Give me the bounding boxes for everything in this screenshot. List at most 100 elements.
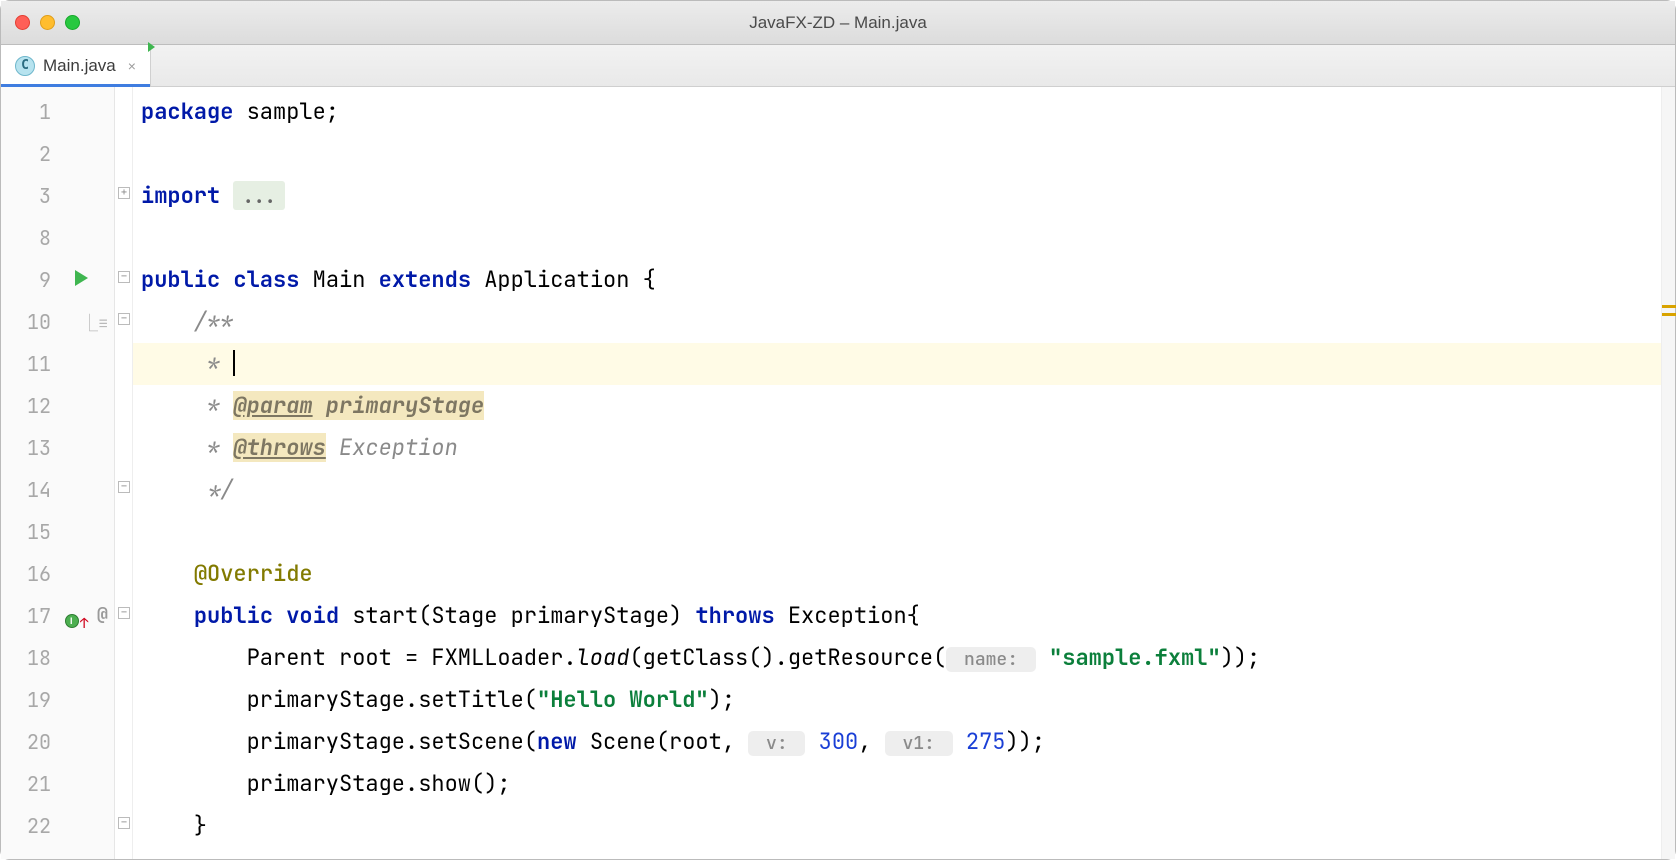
code-text: Scene(root, <box>577 727 749 756</box>
code-text: , <box>858 727 884 756</box>
code-line[interactable] <box>133 511 1675 553</box>
line-number: 9 <box>1 259 51 301</box>
code-text: )); <box>1005 727 1045 756</box>
keyword: import <box>141 181 220 210</box>
code-text: primaryStage.show(); <box>141 769 511 798</box>
fold-collapse-icon[interactable]: − <box>118 271 130 283</box>
line-number: 1 <box>1 91 51 133</box>
string-literal: "Hello World" <box>537 685 709 714</box>
code-line[interactable]: primaryStage.setScene(new Scene(root, v:… <box>133 721 1675 763</box>
line-number: 2 <box>1 133 51 175</box>
parameter-hint: name: <box>946 647 1036 672</box>
line-number: 21 <box>1 763 51 805</box>
javadoc-tag: @throws <box>233 433 325 462</box>
keyword: class <box>233 265 299 294</box>
code-text: ); <box>709 685 735 714</box>
string-literal: "sample.fxml" <box>1049 643 1221 672</box>
line-number: 16 <box>1 553 51 595</box>
line-number: 10 <box>1 301 51 343</box>
comment: * <box>141 391 233 420</box>
code-line[interactable]: Parent root = FXMLLoader.load(getClass()… <box>133 637 1675 679</box>
warning-mark[interactable] <box>1662 305 1676 308</box>
code-line[interactable]: @Override <box>133 553 1675 595</box>
fold-expand-icon[interactable]: + <box>118 187 130 199</box>
window-title: JavaFX-ZD – Main.java <box>1 13 1675 33</box>
fold-collapse-icon[interactable]: − <box>118 607 130 619</box>
code-text: (getClass().getResource( <box>629 643 946 672</box>
code-line[interactable]: } <box>133 805 1675 847</box>
code-line[interactable]: * @param primaryStage <box>133 385 1675 427</box>
line-number: 22 <box>1 805 51 847</box>
javadoc-param: primaryStage <box>313 391 485 420</box>
code-line-current[interactable]: * <box>133 343 1675 385</box>
code-text: )); <box>1221 643 1261 672</box>
parameter-hint: v1: <box>885 731 953 756</box>
fold-collapse-icon[interactable]: − <box>118 313 130 325</box>
code-text: primaryStage.setTitle( <box>141 685 537 714</box>
line-number: 20 <box>1 721 51 763</box>
overrides-icon[interactable]: ↑ <box>65 606 88 635</box>
code-line[interactable] <box>133 133 1675 175</box>
folded-region[interactable]: ... <box>233 181 285 210</box>
structure-icon[interactable]: ⎿≡ <box>81 309 108 335</box>
line-number: 12 <box>1 385 51 427</box>
line-number: 11 <box>1 343 51 385</box>
line-number: 17 <box>1 595 51 637</box>
line-number-gutter: 1 2 3 8 9 10 11 12 13 14 15 16 17 18 19 … <box>1 87 61 859</box>
fold-end-icon[interactable]: − <box>118 481 130 493</box>
code-line[interactable]: primaryStage.show(); <box>133 763 1675 805</box>
java-class-icon: C <box>15 56 35 76</box>
code-area[interactable]: package sample; import ... public class … <box>133 87 1675 859</box>
minimize-window-icon[interactable] <box>40 15 55 30</box>
code-line[interactable]: */ <box>133 469 1675 511</box>
code-line[interactable] <box>133 217 1675 259</box>
error-stripe[interactable] <box>1661 87 1675 859</box>
static-method: load <box>577 643 630 672</box>
tab-main-java[interactable]: C Main.java × <box>1 45 151 86</box>
code-text: primaryStage.setScene( <box>141 727 537 756</box>
comment: * <box>141 349 233 378</box>
javadoc-tag: @param <box>233 391 312 420</box>
run-line-icon[interactable] <box>75 270 88 286</box>
window-controls <box>15 15 80 30</box>
comment: * <box>141 433 233 462</box>
warning-mark[interactable] <box>1662 313 1676 316</box>
keyword: throws <box>695 601 774 630</box>
close-window-icon[interactable] <box>15 15 30 30</box>
comment: */ <box>141 475 233 504</box>
code-line[interactable]: public void start(Stage primaryStage) th… <box>133 595 1675 637</box>
code-text: sample; <box>233 97 339 126</box>
code-line[interactable]: package sample; <box>133 91 1675 133</box>
code-text: Application { <box>471 265 656 294</box>
runnable-icon <box>148 42 155 52</box>
code-line[interactable]: import ... <box>133 175 1675 217</box>
java-class-icon-letter: C <box>21 59 29 72</box>
line-number: 14 <box>1 469 51 511</box>
line-number: 15 <box>1 511 51 553</box>
keyword: package <box>141 97 233 126</box>
code-line[interactable]: /** <box>133 301 1675 343</box>
keyword: void <box>286 601 339 630</box>
code-editor[interactable]: 1 2 3 8 9 10 11 12 13 14 15 16 17 18 19 … <box>1 87 1675 859</box>
code-text: Exception{ <box>775 601 920 630</box>
keyword: public <box>194 601 273 630</box>
code-line[interactable]: primaryStage.setTitle("Hello World"); <box>133 679 1675 721</box>
fold-end-icon[interactable]: − <box>118 817 130 829</box>
editor-tabs: C Main.java × <box>1 45 1675 87</box>
line-number: 3 <box>1 175 51 217</box>
line-number: 19 <box>1 679 51 721</box>
number-literal: 275 <box>966 727 1006 756</box>
comment: /** <box>141 307 233 336</box>
code-text: } <box>141 811 207 840</box>
zoom-window-icon[interactable] <box>65 15 80 30</box>
annotation: @Override <box>194 559 313 588</box>
close-tab-icon[interactable]: × <box>124 58 136 74</box>
tab-label: Main.java <box>43 56 116 76</box>
keyword: extends <box>379 265 471 294</box>
icon-gutter: ⎿≡ ↑ @ <box>61 87 115 859</box>
code-text: Parent root = FXMLLoader. <box>141 643 577 672</box>
code-line[interactable]: * @throws Exception <box>133 427 1675 469</box>
code-line[interactable]: public class Main extends Application { <box>133 259 1675 301</box>
keyword: new <box>537 727 577 756</box>
annotation-gutter-icon: @ <box>97 603 108 626</box>
